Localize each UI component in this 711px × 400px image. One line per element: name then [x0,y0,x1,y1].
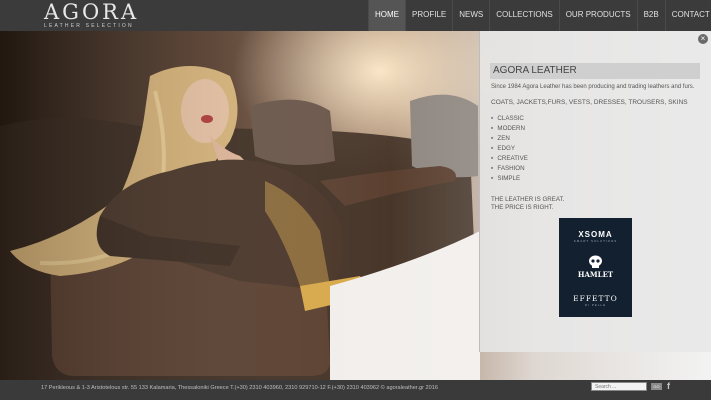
style-item-edgy: EDGY [491,143,528,153]
style-item-zen: ZEN [491,133,528,143]
main-nav: HOME PROFILE NEWS COLLECTIONS OUR PRODUC… [368,0,711,31]
nav-item-home[interactable]: HOME [368,0,405,31]
site-header: AGORA LEATHER SELECTION HOME PROFILE NEW… [0,0,711,31]
brand-logos-box[interactable]: XSOMA SMART SOLUTIONS HAMLET EFFETTO DI … [559,218,632,317]
style-item-simple: SIMPLE [491,173,528,183]
search-go-button[interactable]: GO [651,383,662,390]
nav-item-our-products[interactable]: OUR PRODUCTS [558,0,637,31]
logo-tagline: LEATHER SELECTION [44,23,134,29]
brand-effetto-subtitle: DI PELLE [584,303,607,307]
style-item-creative: CREATIVE [491,153,527,163]
slogan-line-1: THE LEATHER IS GREAT. [491,196,565,203]
style-item-modern: MODERN [491,123,528,133]
facebook-icon[interactable]: f [667,381,670,391]
nav-item-profile[interactable]: PROFILE [405,0,452,31]
product-categories: COATS, JACKETS,FURS, VESTS, DRESSES, TRO… [491,99,688,106]
footer-address: 17 Perikleous & 1-3 Aristotelous str. 55… [41,385,438,391]
brand-hamlet-logo: HAMLET [577,270,614,279]
nav-item-news[interactable]: NEWS [452,0,489,31]
panel-intro: Since 1984 Agora Leather has been produc… [491,84,695,90]
search-input[interactable] [591,382,647,391]
brand-effetto-logo: EFFETTO [573,294,618,303]
close-icon[interactable]: × [698,34,708,44]
nav-item-collections[interactable]: COLLECTIONS [489,0,558,31]
brand-xsoma-subtitle: SMART SOLUTIONS [573,239,618,243]
style-item-fashion: FASHION [491,163,528,173]
panel-title: AGORA LEATHER [490,63,700,79]
nav-item-b2b[interactable]: B2B [636,0,665,31]
slogan-line-2: THE PRICE IS RIGHT. [491,204,554,211]
style-item-classic: CLASSIC [491,113,528,123]
skull-icon [589,255,602,268]
style-list: CLASSIC MODERN ZEN EDGY CREATIVE FASHION… [491,113,528,183]
slogan: THE LEATHER IS GREAT. THE PRICE IS RIGHT… [491,196,564,212]
site-logo[interactable]: AGORA LEATHER SELECTION [44,0,140,30]
brand-xsoma-logo: XSOMA [578,230,613,239]
logo-wordmark: AGORA [44,0,140,24]
nav-item-contact-us[interactable]: CONTACT US [664,0,711,31]
